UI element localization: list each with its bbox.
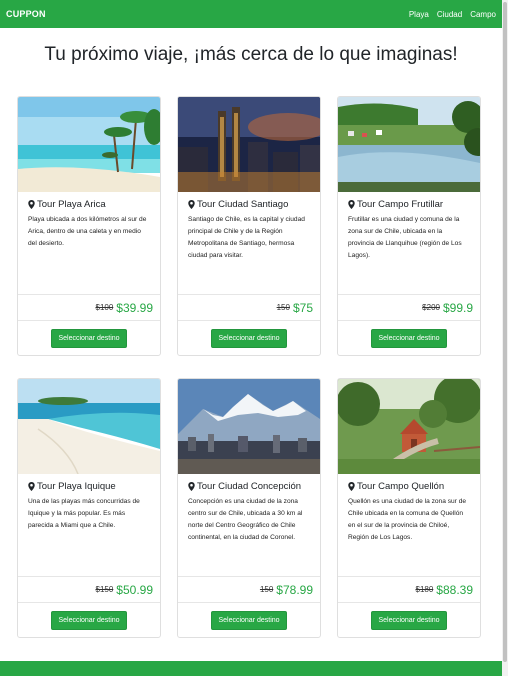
select-destination-button[interactable]: Seleccionar destino	[51, 328, 127, 348]
tour-image-city-night	[178, 97, 320, 192]
card-body: Tour Ciudad Santiago Santiago de Chile, …	[178, 192, 320, 294]
price-row: $100 $39.99	[18, 294, 160, 320]
card-title: Tour Ciudad Santiago	[197, 199, 289, 210]
tour-card: Tour Campo Quellón Quellón es una ciudad…	[337, 378, 481, 638]
tour-card: Tour Ciudad Santiago Santiago de Chile, …	[177, 96, 321, 356]
tour-image-beach-shore	[18, 379, 160, 474]
new-price: $50.99	[116, 582, 153, 597]
card-body: Tour Playa Arica Playa ubicada a dos kil…	[18, 192, 160, 294]
button-row: Seleccionar destino	[18, 320, 160, 355]
card-title-row: Tour Playa Arica	[28, 199, 150, 210]
tour-card: Tour Ciudad Concepción Concepción es una…	[177, 378, 321, 638]
card-body: Tour Campo Quellón Quellón es una ciudad…	[338, 474, 480, 576]
button-row: Seleccionar destino	[178, 602, 320, 637]
map-marker-icon	[28, 482, 35, 491]
select-destination-button[interactable]: Seleccionar destino	[371, 328, 447, 348]
map-marker-icon	[348, 482, 355, 491]
new-price: $39.99	[116, 300, 153, 315]
card-title-row: Tour Ciudad Santiago	[188, 199, 310, 210]
map-marker-icon	[348, 200, 355, 209]
price-row: $200 $99.9	[338, 294, 480, 320]
card-description: Playa ubicada a dos kilómetros al sur de…	[28, 216, 147, 247]
card-description: Santiago de Chile, es la capital y ciuda…	[188, 216, 305, 259]
new-price: $78.99	[276, 582, 313, 597]
button-row: Seleccionar destino	[338, 602, 480, 637]
select-destination-button[interactable]: Seleccionar destino	[211, 328, 287, 348]
select-destination-button[interactable]: Seleccionar destino	[51, 610, 127, 630]
select-destination-button[interactable]: Seleccionar destino	[211, 610, 287, 630]
tour-card: Tour Campo Frutillar Frutillar es una ci…	[337, 96, 481, 356]
new-price: $88.39	[436, 582, 473, 597]
card-description: Una de las playas más concurridas de Iqu…	[28, 498, 140, 529]
new-price: $99.9	[442, 300, 473, 315]
price-row: 150 $75	[178, 294, 320, 320]
card-title: Tour Ciudad Concepción	[197, 481, 302, 492]
card-title: Tour Campo Frutillar	[357, 199, 444, 210]
card-title-row: Tour Campo Quellón	[348, 481, 470, 492]
tour-image-countryside-church	[338, 379, 480, 474]
price-row: 150 $78.99	[178, 576, 320, 602]
map-marker-icon	[28, 200, 35, 209]
tour-card-grid: Tour Playa Arica Playa ubicada a dos kil…	[17, 96, 481, 638]
button-row: Seleccionar destino	[18, 602, 160, 637]
tour-image-mountain-city	[178, 379, 320, 474]
page-scrollbar[interactable]	[502, 0, 508, 676]
card-title: Tour Campo Quellón	[357, 481, 445, 492]
button-row: Seleccionar destino	[338, 320, 480, 355]
button-row: Seleccionar destino	[178, 320, 320, 355]
nav-link-campo[interactable]: Campo	[470, 10, 496, 19]
card-title: Tour Playa Iquique	[37, 481, 116, 492]
old-price: $150	[95, 585, 114, 594]
card-title: Tour Playa Arica	[37, 199, 106, 210]
map-marker-icon	[188, 200, 195, 209]
price-row: $180 $88.39	[338, 576, 480, 602]
card-title-row: Tour Playa Iquique	[28, 481, 150, 492]
scrollbar-thumb[interactable]	[503, 2, 507, 662]
card-description: Concepción es una ciudad de la zona cent…	[188, 498, 303, 541]
card-description: Quellón es una ciudad de la zona sur de …	[348, 498, 467, 541]
old-price: $200	[422, 303, 440, 312]
card-title-row: Tour Campo Frutillar	[348, 199, 470, 210]
nav-links: Playa Ciudad Campo	[409, 10, 496, 19]
map-marker-icon	[188, 482, 195, 491]
old-price: $180	[415, 585, 434, 594]
new-price: $75	[292, 300, 313, 315]
card-description: Frutillar es una ciudad y comuna de la z…	[348, 216, 462, 259]
card-title-row: Tour Ciudad Concepción	[188, 481, 310, 492]
footer-bar	[0, 661, 502, 676]
tour-card: Tour Playa Iquique Una de las playas más…	[17, 378, 161, 638]
old-price: 150	[276, 303, 290, 312]
nav-link-playa[interactable]: Playa	[409, 10, 429, 19]
card-body: Tour Ciudad Concepción Concepción es una…	[178, 474, 320, 576]
brand-logo[interactable]: CUPPON	[6, 9, 46, 19]
navbar: CUPPON Playa Ciudad Campo	[0, 0, 502, 28]
card-body: Tour Campo Frutillar Frutillar es una ci…	[338, 192, 480, 294]
old-price: 150	[259, 585, 274, 594]
page-heading: Tu próximo viaje, ¡más cerca de lo que i…	[44, 44, 458, 65]
nav-link-ciudad[interactable]: Ciudad	[437, 10, 462, 19]
tour-image-beach	[18, 97, 160, 192]
tour-image-lake-town	[338, 97, 480, 192]
select-destination-button[interactable]: Seleccionar destino	[371, 610, 447, 630]
price-row: $150 $50.99	[18, 576, 160, 602]
tour-card: Tour Playa Arica Playa ubicada a dos kil…	[17, 96, 161, 356]
old-price: $100	[95, 303, 114, 312]
card-body: Tour Playa Iquique Una de las playas más…	[18, 474, 160, 576]
